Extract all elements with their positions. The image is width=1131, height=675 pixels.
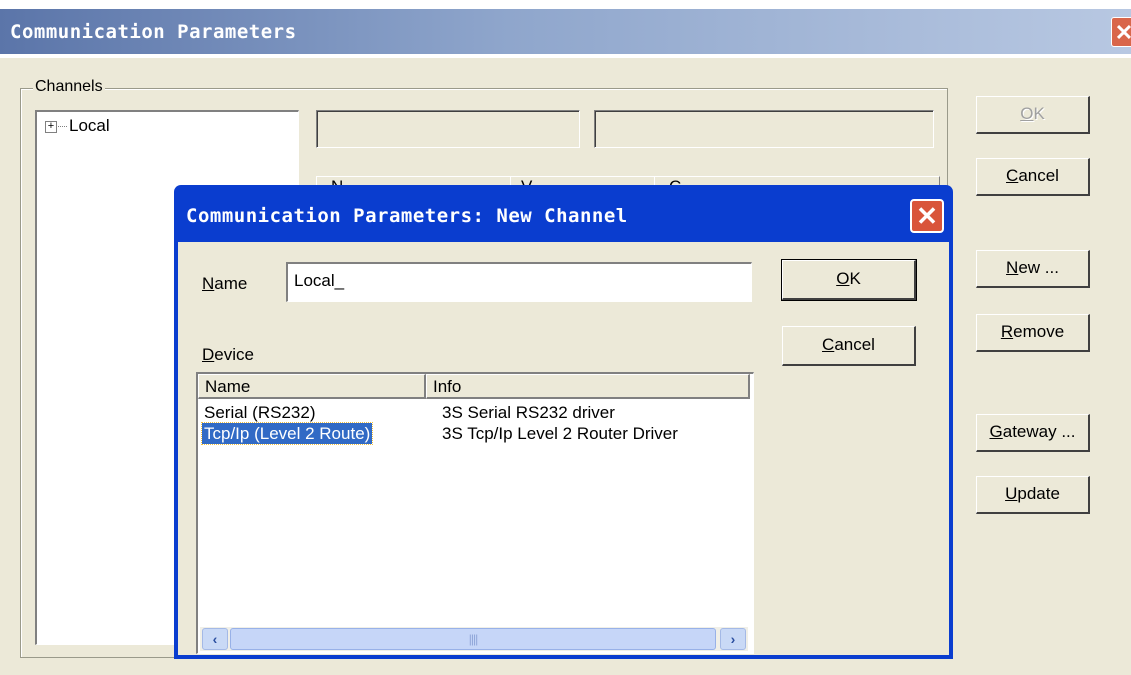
gateway-mnemonic: G xyxy=(989,422,1003,441)
remove-button[interactable]: Remove xyxy=(976,314,1090,352)
dialog-ok-button[interactable]: OK xyxy=(781,259,917,301)
device-row-1-info[interactable]: 3S Serial RS232 driver xyxy=(442,402,615,423)
tree-connector-line xyxy=(58,126,67,127)
main-close-button[interactable]: ✕ xyxy=(1111,17,1131,47)
device-column-info[interactable]: Info xyxy=(426,374,750,399)
device-column-name[interactable]: Name xyxy=(198,374,426,399)
channels-group-label: Channels xyxy=(33,78,105,96)
name-input[interactable]: Local_ xyxy=(286,262,752,302)
cancel-mnemonic: C xyxy=(1006,166,1019,185)
ok-label-rest: K xyxy=(1033,104,1045,123)
dialog-ok-label-rest: K xyxy=(849,269,861,288)
dialog-cancel-mnemonic: C xyxy=(822,335,835,354)
dialog-cancel-button[interactable]: Cancel xyxy=(782,326,916,366)
dialog-title: Communication Parameters: New Channel xyxy=(186,205,628,227)
dialog-close-button[interactable]: ✕ xyxy=(910,199,944,233)
device-row-1-name[interactable]: Serial (RS232) xyxy=(204,402,316,423)
device-row-2-name[interactable]: Tcp/Ip (Level 2 Route) xyxy=(200,422,374,445)
new-label-rest: ew ... xyxy=(1018,258,1059,277)
dialog-body: Name Local_ Device Name Info Serial (RS2… xyxy=(178,242,949,655)
new-button[interactable]: New ... xyxy=(976,250,1090,288)
scroll-right-icon[interactable]: › xyxy=(720,628,746,650)
cancel-button[interactable]: Cancel xyxy=(976,158,1090,196)
horizontal-scrollbar[interactable]: ‹ |||| › xyxy=(200,627,748,651)
device-row-2-info[interactable]: 3S Tcp/Ip Level 2 Router Driver xyxy=(442,423,678,444)
name-label-rest: ame xyxy=(214,274,248,293)
main-window-title: Communication Parameters xyxy=(10,21,297,43)
scroll-left-icon[interactable]: ‹ xyxy=(202,628,228,650)
main-title-bar: Communication Parameters ✕ xyxy=(0,0,1131,58)
channel-field-1 xyxy=(316,110,580,148)
scroll-thumb[interactable]: |||| xyxy=(230,628,716,650)
gateway-label-rest: ateway ... xyxy=(1002,422,1076,441)
device-mnemonic: D xyxy=(202,345,215,364)
new-channel-dialog: Communication Parameters: New Channel ✕ … xyxy=(174,185,953,659)
name-label: Name xyxy=(202,274,247,294)
remove-label-rest: emove xyxy=(1013,322,1065,341)
update-button[interactable]: Update xyxy=(976,476,1090,514)
new-mnemonic: N xyxy=(1006,258,1019,277)
cancel-label-rest: ancel xyxy=(1018,166,1059,185)
channel-field-2 xyxy=(594,110,934,148)
device-list[interactable]: Name Info Serial (RS232) 3S Serial RS232… xyxy=(196,372,754,654)
gateway-button[interactable]: Gateway ... xyxy=(976,414,1090,452)
tree-item-local[interactable]: Local xyxy=(69,116,110,136)
name-mnemonic: N xyxy=(202,274,215,293)
ok-mnemonic: O xyxy=(1020,104,1034,123)
device-label: Device xyxy=(202,345,254,365)
remove-mnemonic: R xyxy=(1000,322,1014,341)
ok-button[interactable]: OK xyxy=(976,96,1090,134)
dialog-cancel-label-rest: ancel xyxy=(834,335,875,354)
device-label-rest: evice xyxy=(214,345,254,364)
dialog-ok-mnemonic: O xyxy=(836,269,850,288)
update-label-rest: pdate xyxy=(1017,484,1060,503)
update-mnemonic: U xyxy=(1005,484,1018,503)
tree-expand-icon[interactable]: + xyxy=(45,121,57,133)
